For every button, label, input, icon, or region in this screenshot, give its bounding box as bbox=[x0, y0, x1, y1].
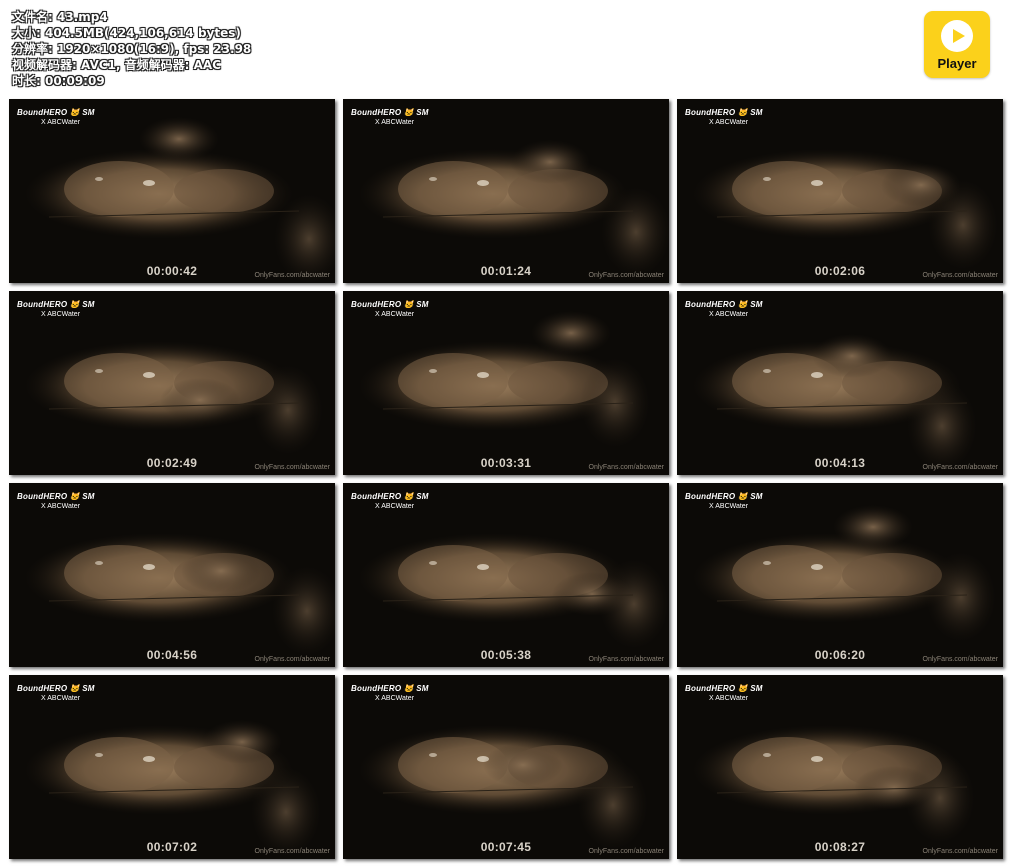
brand-logo: BoundHERO 🐱 SM X ABCWater bbox=[17, 108, 95, 128]
video-thumbnail[interactable]: BoundHERO 🐱 SM X ABCWater 00:04:13 OnlyFans… bbox=[677, 291, 1003, 475]
brand-logo: BoundHERO 🐱 SM X ABCWater bbox=[685, 108, 763, 128]
brand-logo: BoundHERO 🐱 SM X ABCWater bbox=[17, 684, 95, 704]
player-label: Player bbox=[937, 56, 977, 71]
video-thumbnail[interactable]: BoundHERO 🐱 SM X ABCWater 00:08:27 OnlyFans… bbox=[677, 675, 1003, 859]
thumbnail-watermark: OnlyFans.com/abcwater bbox=[588, 464, 664, 471]
brand-collab: X ABCWater bbox=[375, 695, 415, 702]
video-duration: 时长: 00:09:09 bbox=[12, 74, 105, 88]
brand-logo: BoundHERO 🐱 SM X ABCWater bbox=[17, 492, 95, 512]
thumbnail-watermark: OnlyFans.com/abcwater bbox=[588, 272, 664, 279]
brand-name: BoundHERO 🐱 SM bbox=[685, 108, 763, 117]
brand-logo: BoundHERO 🐱 SM X ABCWater bbox=[685, 300, 763, 320]
play-circle-icon bbox=[941, 20, 973, 52]
video-thumbnail[interactable]: BoundHERO 🐱 SM X ABCWater 00:07:02 OnlyFans… bbox=[9, 675, 335, 859]
brand-name: BoundHERO 🐱 SM bbox=[685, 300, 763, 309]
brand-name: BoundHERO 🐱 SM bbox=[17, 684, 95, 693]
video-thumbnail[interactable]: BoundHERO 🐱 SM X ABCWater 00:06:20 OnlyFans… bbox=[677, 483, 1003, 667]
brand-collab: X ABCWater bbox=[41, 119, 81, 126]
brand-collab: X ABCWater bbox=[41, 503, 81, 510]
video-thumbnail[interactable]: BoundHERO 🐱 SM X ABCWater 00:00:42 OnlyFans… bbox=[9, 99, 335, 283]
file-size: 大小: 404.5MB(424,106,614 bytes) bbox=[12, 26, 241, 40]
brand-logo: BoundHERO 🐱 SM X ABCWater bbox=[351, 108, 429, 128]
video-thumbnail[interactable]: BoundHERO 🐱 SM X ABCWater 00:04:56 OnlyFans… bbox=[9, 483, 335, 667]
file-name: 文件名: 43.mp4 bbox=[12, 10, 108, 24]
thumbnail-watermark: OnlyFans.com/abcwater bbox=[922, 656, 998, 663]
video-thumbnail[interactable]: BoundHERO 🐱 SM X ABCWater 00:05:38 OnlyFans… bbox=[343, 483, 669, 667]
brand-name: BoundHERO 🐱 SM bbox=[17, 108, 95, 117]
video-thumbnail[interactable]: BoundHERO 🐱 SM X ABCWater 00:01:24 OnlyFans… bbox=[343, 99, 669, 283]
thumbnail-watermark: OnlyFans.com/abcwater bbox=[254, 272, 330, 279]
thumbnail-watermark: OnlyFans.com/abcwater bbox=[254, 656, 330, 663]
brand-collab: X ABCWater bbox=[41, 695, 81, 702]
brand-name: BoundHERO 🐱 SM bbox=[685, 684, 763, 693]
brand-name: BoundHERO 🐱 SM bbox=[17, 492, 95, 501]
brand-collab: X ABCWater bbox=[709, 119, 749, 126]
thumbnail-watermark: OnlyFans.com/abcwater bbox=[922, 272, 998, 279]
brand-name: BoundHERO 🐱 SM bbox=[351, 492, 429, 501]
brand-logo: BoundHERO 🐱 SM X ABCWater bbox=[685, 684, 763, 704]
file-info: 文件名: 43.mp4 大小: 404.5MB(424,106,614 byte… bbox=[12, 9, 251, 89]
brand-collab: X ABCWater bbox=[41, 311, 81, 318]
brand-collab: X ABCWater bbox=[709, 503, 749, 510]
video-thumbnail[interactable]: BoundHERO 🐱 SM X ABCWater 00:03:31 OnlyFans… bbox=[343, 291, 669, 475]
thumbnail-watermark: OnlyFans.com/abcwater bbox=[254, 464, 330, 471]
thumbnail-watermark: OnlyFans.com/abcwater bbox=[588, 848, 664, 855]
brand-collab: X ABCWater bbox=[709, 695, 749, 702]
player-button[interactable]: Player bbox=[924, 11, 990, 78]
brand-logo: BoundHERO 🐱 SM X ABCWater bbox=[351, 300, 429, 320]
brand-name: BoundHERO 🐱 SM bbox=[351, 300, 429, 309]
video-thumbnail[interactable]: BoundHERO 🐱 SM X ABCWater 00:02:06 OnlyFans… bbox=[677, 99, 1003, 283]
brand-name: BoundHERO 🐱 SM bbox=[351, 684, 429, 693]
video-thumbnail[interactable]: BoundHERO 🐱 SM X ABCWater 00:07:45 OnlyFans… bbox=[343, 675, 669, 859]
brand-logo: BoundHERO 🐱 SM X ABCWater bbox=[351, 492, 429, 512]
brand-collab: X ABCWater bbox=[375, 503, 415, 510]
thumbnail-grid: BoundHERO 🐱 SM X ABCWater 00:00:42 OnlyFans… bbox=[9, 99, 1003, 861]
brand-name: BoundHERO 🐱 SM bbox=[17, 300, 95, 309]
thumbnail-watermark: OnlyFans.com/abcwater bbox=[254, 848, 330, 855]
brand-collab: X ABCWater bbox=[375, 311, 415, 318]
brand-logo: BoundHERO 🐱 SM X ABCWater bbox=[351, 684, 429, 704]
video-thumbnail[interactable]: BoundHERO 🐱 SM X ABCWater 00:02:49 OnlyFans… bbox=[9, 291, 335, 475]
video-resolution: 分辨率: 1920×1080(16:9), fps: 23.98 bbox=[12, 42, 252, 56]
thumbnail-watermark: OnlyFans.com/abcwater bbox=[922, 464, 998, 471]
thumbnail-watermark: OnlyFans.com/abcwater bbox=[922, 848, 998, 855]
thumbnail-watermark: OnlyFans.com/abcwater bbox=[588, 656, 664, 663]
brand-collab: X ABCWater bbox=[709, 311, 749, 318]
brand-name: BoundHERO 🐱 SM bbox=[685, 492, 763, 501]
brand-logo: BoundHERO 🐱 SM X ABCWater bbox=[17, 300, 95, 320]
brand-logo: BoundHERO 🐱 SM X ABCWater bbox=[685, 492, 763, 512]
brand-name: BoundHERO 🐱 SM bbox=[351, 108, 429, 117]
codec-info: 视频解码器: AVC1, 音频解码器: AAC bbox=[12, 58, 221, 72]
brand-collab: X ABCWater bbox=[375, 119, 415, 126]
